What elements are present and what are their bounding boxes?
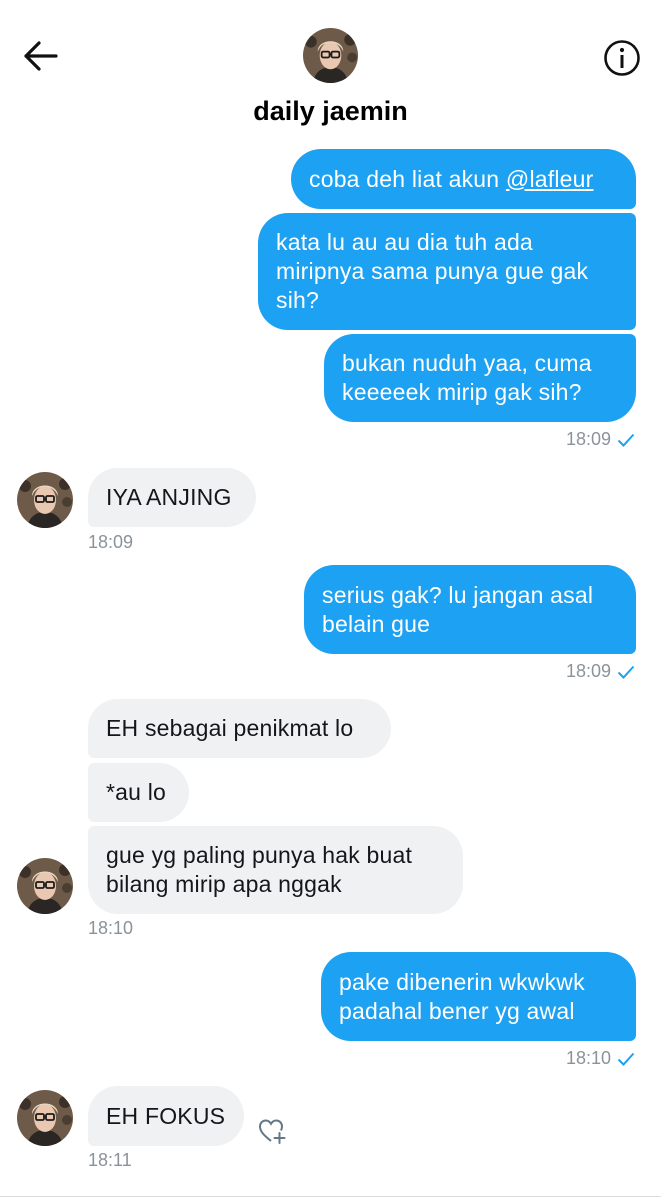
avatar[interactable] (17, 472, 73, 528)
conversation-header: daily jaemin (0, 0, 661, 140)
message-bubble-outgoing[interactable]: serius gak? lu jangan asal belain gue (304, 565, 636, 654)
message-bubble-outgoing[interactable]: kata lu au au dia tuh ada miripnya sama … (258, 213, 636, 330)
message-bubble-incoming[interactable]: IYA ANJING (88, 468, 256, 527)
avatar[interactable] (303, 28, 358, 83)
heart-add-icon (258, 1119, 286, 1144)
message-bubble-outgoing[interactable]: coba deh liat akun @lafleur (291, 149, 636, 209)
avatar[interactable] (17, 1090, 73, 1146)
mention-link[interactable]: @lafleur (506, 166, 594, 192)
back-button[interactable] (20, 38, 62, 74)
message-bubble-incoming[interactable]: *au lo (88, 763, 189, 822)
read-check-icon (617, 1053, 635, 1067)
message-timestamp: 18:11 (88, 1150, 132, 1170)
message-bubble-outgoing[interactable]: pake dibenerin wkwkwk padahal bener yg a… (321, 952, 636, 1041)
page-title: daily jaemin (253, 96, 408, 126)
message-text: coba deh liat akun @lafleur (309, 165, 594, 192)
message-timestamp: 18:09 (88, 532, 134, 552)
info-button[interactable] (602, 38, 642, 78)
arrow-left-icon (24, 41, 58, 71)
message-bubble-incoming[interactable]: gue yg paling punya hak buat bilang miri… (88, 826, 463, 914)
message-bubble-incoming[interactable]: EH FOKUS (88, 1086, 244, 1146)
message-bubble-outgoing[interactable]: bukan nuduh yaa, cuma keeeeek mirip gak … (324, 334, 636, 422)
read-check-icon (617, 666, 635, 680)
info-icon (604, 40, 640, 76)
message-timestamp: 18:10 (88, 918, 134, 938)
message-timestamp: 18:10 (566, 1048, 635, 1069)
avatar[interactable] (17, 858, 73, 914)
read-check-icon (617, 434, 635, 448)
message-timestamp: 18:09 (566, 661, 635, 682)
message-bubble-incoming[interactable]: EH sebagai penikmat lo (88, 699, 391, 758)
like-button[interactable] (257, 1115, 289, 1147)
divider (0, 1196, 661, 1197)
message-timestamp: 18:09 (566, 429, 635, 450)
